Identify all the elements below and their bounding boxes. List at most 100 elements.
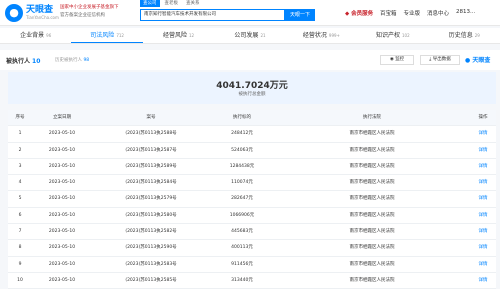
cell-amount: 445683元 (231, 229, 253, 235)
cell-index: 4 (18, 180, 22, 186)
cell-index: 5 (18, 196, 22, 202)
cell-date: 2023-05-10 (48, 147, 76, 153)
cell-court: 南京市栖霞区人民法院 (349, 180, 395, 186)
cell-date: 2023-05-10 (48, 180, 76, 186)
search-button[interactable]: 天眼一下 (285, 9, 315, 21)
tab-company-background[interactable]: 企业背景 96 (0, 28, 71, 43)
cell-court: 南京市栖霞区人民法院 (349, 245, 395, 251)
nav-toolbox[interactable]: 百宝箱 (380, 9, 397, 17)
cell-detail-link[interactable]: 详情 (470, 191, 496, 207)
cell-date: 2023-05-10 (48, 261, 76, 267)
cell-court: 南京市栖霞区人民法院 (349, 261, 395, 267)
download-icon: ⤓ (429, 57, 432, 62)
tab-judicial-risk[interactable]: 司法风险 712 (71, 28, 143, 43)
cell-detail-link[interactable]: 详情 (470, 240, 496, 256)
table-row: 1 2023-05-10 (2023)苏0113执2588号 248412元 南京市栖霞… (8, 126, 496, 143)
vip-label: 会员服务 (351, 11, 374, 17)
tab-intellectual-property[interactable]: 知识产权 102 (357, 28, 428, 43)
cell-case-number: (2023)苏0113执2587号 (125, 147, 177, 153)
total-amount: 4041.7024万元 (216, 81, 288, 91)
cell-case-number: (2023)苏0113执2590号 (125, 245, 177, 251)
cell-amount: 400113元 (231, 245, 253, 251)
section-count: 10 (32, 58, 41, 65)
brand-watermark: ● 天眼查 (465, 57, 491, 64)
cell-date: 2023-05-10 (48, 212, 76, 218)
cell-court: 南京市栖霞区人民法院 (349, 212, 395, 218)
history-link[interactable]: 历史被执行人 98 (55, 57, 89, 63)
cell-court: 南京市栖霞区人民法院 (349, 196, 395, 202)
header-date: 立案日期 (53, 115, 71, 120)
search-tab-boss[interactable]: 查老板 (162, 0, 182, 7)
section-title: 被执行人 10 (6, 58, 41, 65)
cell-date: 2023-05-10 (48, 229, 76, 235)
logo-url: TianYanCha.com (26, 15, 59, 20)
tab-company-development[interactable]: 公司发展 21 (214, 28, 285, 43)
cell-case-number: (2023)苏0113执2588号 (125, 131, 177, 137)
cell-date: 2023-05-10 (48, 245, 76, 251)
cell-index: 7 (18, 229, 22, 235)
cell-detail-link[interactable]: 详情 (470, 224, 496, 240)
cell-amount: 1066906元 (229, 212, 255, 218)
table-row: 3 2023-05-10 (2023)苏0113执2589号 1284438元 南京市栖… (8, 159, 496, 176)
cell-detail-link[interactable]: 详情 (470, 159, 496, 175)
category-tabs: 企业背景 96 司法风险 712 经营风险 12 公司发展 21 经营状况 999+ 知识… (0, 28, 500, 44)
cell-date: 2023-05-10 (48, 196, 76, 202)
search-type-tabs: 查公司 查老板 查关系 (140, 0, 203, 7)
tab-business-risk[interactable]: 经营风险 12 (143, 28, 214, 43)
header-index: 序号 (15, 115, 25, 120)
cell-case-number: (2023)苏0113执2583号 (125, 261, 177, 267)
total-amount-summary: 4041.7024万元 被执行总金额 (8, 72, 496, 104)
cell-case-number: (2023)苏0113执2589号 (125, 163, 177, 169)
header-amount: 执行标的 (233, 115, 251, 120)
logo[interactable]: ● 天眼查 TianYanCha.com (5, 3, 59, 23)
cell-index: 10 (17, 277, 23, 283)
search-input[interactable]: 南京知行智能汽车技术开发有限公司 (140, 9, 285, 21)
bell-icon: ◉ (389, 57, 394, 62)
cell-amount: 1284438元 (229, 163, 255, 169)
search-tab-relation[interactable]: 查关系 (183, 0, 203, 7)
cell-index: 3 (18, 163, 22, 169)
cell-amount: 282647元 (231, 196, 253, 202)
total-amount-label: 被执行总金额 (238, 92, 266, 97)
cell-index: 2 (18, 147, 22, 153)
nav-messages[interactable]: 消息中心 (427, 9, 449, 17)
logo-name: 天眼查 (26, 5, 54, 15)
cell-case-number: (2023)苏0113执2579号 (125, 196, 177, 202)
cell-date: 2023-05-10 (48, 277, 76, 283)
vip-service-link[interactable]: ◆ 会员服务 (345, 9, 373, 17)
search-tab-company[interactable]: 查公司 (140, 0, 160, 7)
cell-detail-link[interactable]: 详情 (470, 143, 496, 159)
table-row: 2 2023-05-10 (2023)苏0113执2587号 524063元 南京市栖霞… (8, 143, 496, 159)
table-row: 6 2023-05-10 (2023)苏0113执2580号 1066906元 南京市栖… (8, 208, 496, 225)
table-row: 4 2023-05-10 (2023)苏0113执2584号 110074元 南京市栖霞… (8, 175, 496, 192)
cell-case-number: (2023)苏0113执2582号 (125, 229, 177, 235)
cell-amount: 248412元 (231, 131, 253, 137)
cell-case-number: (2023)苏0113执2585号 (125, 277, 177, 283)
cell-court: 南京市栖霞区人民法院 (349, 277, 395, 283)
cell-amount: 524063元 (231, 147, 253, 153)
tab-business-status[interactable]: 经营状况 999+ (286, 28, 357, 43)
table-row: 5 2023-05-10 (2023)苏0113执2579号 282647元 南京市栖霞… (8, 191, 496, 208)
cell-detail-link[interactable]: 详情 (470, 273, 496, 289)
cell-detail-link[interactable]: 详情 (470, 175, 496, 191)
cell-detail-link[interactable]: 详情 (470, 208, 496, 224)
cell-amount: 110074元 (231, 180, 253, 186)
cell-index: 8 (18, 245, 22, 251)
cell-detail-link[interactable]: 详情 (470, 257, 496, 273)
export-button[interactable]: ⤓ 导出数据 (420, 55, 460, 65)
nav-pro[interactable]: 专业版 (404, 9, 421, 17)
table-row: 9 2023-05-10 (2023)苏0113执2583号 911456元 南京市栖霞… (8, 257, 496, 273)
nav-user[interactable]: 2813... (456, 9, 475, 17)
cell-case-number: (2023)苏0113执2580号 (125, 212, 177, 218)
tab-history[interactable]: 历史信息 29 (429, 28, 500, 43)
header-action: 操作 (478, 115, 488, 120)
official-badge: 国家中小企业发展子基金旗下 官方备案企业征信机构 (60, 4, 138, 21)
cell-court: 南京市栖霞区人民法院 (349, 131, 395, 137)
monitor-button[interactable]: ◉ 监控 (380, 55, 414, 65)
cell-detail-link[interactable]: 详情 (470, 126, 496, 142)
top-bar: ● 天眼查 TianYanCha.com 国家中小企业发展子基金旗下 官方备案企… (0, 0, 500, 26)
cell-index: 9 (18, 261, 22, 267)
cell-court: 南京市栖霞区人民法院 (349, 147, 395, 153)
cell-index: 6 (18, 212, 22, 218)
table-row: 7 2023-05-10 (2023)苏0113执2582号 445683元 南京市栖霞… (8, 224, 496, 241)
